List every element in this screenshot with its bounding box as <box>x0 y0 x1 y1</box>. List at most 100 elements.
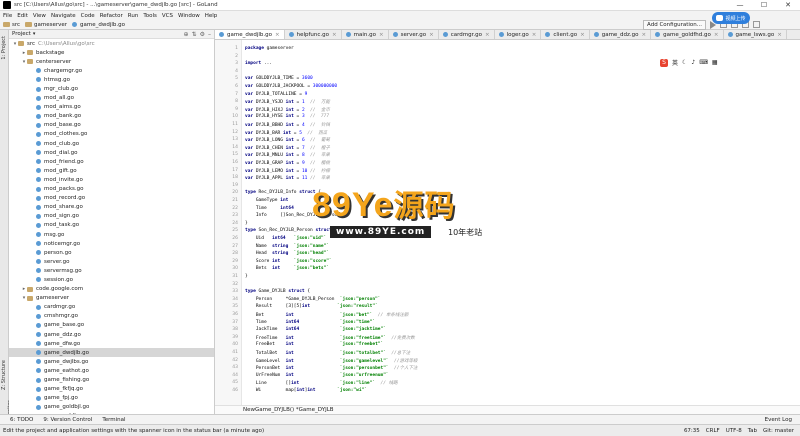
tree-file[interactable]: mod_share.go <box>9 203 214 212</box>
tree-file[interactable]: game_eathot.go <box>9 366 214 375</box>
code-line[interactable]: } <box>245 221 248 226</box>
tree-file[interactable]: mod_base.go <box>9 121 214 130</box>
code-line[interactable]: } <box>245 274 248 279</box>
code-line[interactable]: Time int64 `json:"time"` <box>245 320 375 325</box>
code-line[interactable]: GameType int <box>245 198 289 203</box>
tree-file[interactable]: mgr_club.go <box>9 84 214 93</box>
todo-tool-tab[interactable]: 6: TODO <box>10 417 33 423</box>
menu-file[interactable]: File <box>3 13 12 19</box>
tree-file[interactable]: mod_gift.go <box>9 166 214 175</box>
collapse-icon[interactable]: ⇅ <box>192 31 197 38</box>
menu-navigate[interactable]: Navigate <box>51 13 76 19</box>
code-line[interactable]: Score int `json:"score"` <box>245 259 332 264</box>
code-line[interactable]: var DYJLB_TOTALLINE = 9 <box>245 92 307 97</box>
video-upload-badge[interactable]: 视频上传 <box>712 12 750 24</box>
tree-file[interactable]: game_fpj.go <box>9 394 214 403</box>
menu-window[interactable]: Window <box>178 13 200 19</box>
code-line[interactable]: var DYJLB_CHEN int = 7 // 橙子 <box>245 145 330 151</box>
editor-tab[interactable]: game_lsws.go × <box>724 30 787 39</box>
add-configuration-button[interactable]: Add Configuration... <box>643 19 706 30</box>
code-line[interactable]: Bet int `json:"bet"` // 单条线注额 <box>245 312 409 318</box>
close-tab-icon[interactable]: × <box>485 32 490 38</box>
code-line[interactable]: var DYJLB_HJXJ int = 2 // 金币 <box>245 107 330 113</box>
mic-icon[interactable]: ♪ <box>691 59 695 66</box>
event-log-tool-tab[interactable]: Event Log <box>765 417 800 423</box>
caret-position[interactable]: 67:35 <box>684 428 700 434</box>
tree-file[interactable]: mod_club.go <box>9 139 214 148</box>
version-control-tool-tab[interactable]: 9: Version Control <box>43 417 92 423</box>
code-line[interactable]: Time int64 <box>245 206 294 211</box>
tree-file[interactable]: htmsg.go <box>9 75 214 84</box>
git-branch[interactable]: Git: master <box>763 428 794 434</box>
editor-tab[interactable]: main.go × <box>342 30 389 39</box>
code-line[interactable]: var DYJLB_LONG int = 6 // 葡萄 <box>245 137 330 143</box>
code-line[interactable]: Wi map[int]int `json:"wi"` <box>245 388 367 393</box>
tree-file[interactable]: game_base.go <box>9 321 214 330</box>
breadcrumb-gameserver[interactable]: gameserver <box>25 22 67 28</box>
tree-folder[interactable]: ▾ gameserver <box>9 294 214 303</box>
code-line[interactable]: import ... <box>245 61 272 66</box>
code-line[interactable]: var DYJLB_YSJD int = 1 // 万能 <box>245 99 330 105</box>
menu-run[interactable]: Run <box>128 13 139 19</box>
code-line[interactable]: var DYJLB_GRAP int = 9 // 樱桃 <box>245 160 330 166</box>
maximize-button[interactable]: ☐ <box>752 1 776 9</box>
tree-file[interactable]: mod_sign.go <box>9 212 214 221</box>
menu-edit[interactable]: Edit <box>17 13 28 19</box>
tree-file[interactable]: servermsg.go <box>9 266 214 275</box>
editor-tab[interactable]: loger.go × <box>495 30 542 39</box>
tree-file[interactable]: game_goldbjl.go <box>9 403 214 412</box>
tree-file[interactable]: person.go <box>9 248 214 257</box>
editor-tab[interactable]: game_goldfhd.go × <box>651 30 724 39</box>
minimize-button[interactable]: — <box>728 1 752 9</box>
close-tab-icon[interactable]: × <box>777 32 782 38</box>
code-line[interactable]: Person *Game_DYJLB_Person `json:"person"… <box>245 297 381 302</box>
tree-folder[interactable]: ▾ src C:\Users\Allus\go\src <box>9 39 214 48</box>
code-line[interactable]: JackTime int64 `json:"jacktime"` <box>245 327 386 332</box>
code-line[interactable]: var GOLDDYJLB_TIME = 3600 <box>245 76 313 81</box>
code-line[interactable]: Line []int `json:"line"` // 线路 <box>245 380 398 386</box>
tree-file[interactable]: chargemgr.go <box>9 66 214 75</box>
editor-tab[interactable]: cardmgr.go × <box>439 30 495 39</box>
editor-tab[interactable]: client.go × <box>541 30 590 39</box>
tree-file[interactable]: cmshmgr.go <box>9 312 214 321</box>
editor-tab[interactable]: helpfunc.go × <box>285 30 342 39</box>
code-line[interactable]: GameLevel int `json:"gamelevel"` //游戏等级 <box>245 358 418 364</box>
project-view-selector[interactable]: Project <box>12 31 31 37</box>
code-line[interactable]: Result [3][5]int `json:"result"` <box>245 304 378 309</box>
keyboard-icon[interactable]: ⌨ <box>699 59 708 66</box>
breadcrumb-file[interactable]: game_dwdjlb.go <box>72 22 125 28</box>
structure-tool-tab[interactable]: Z: Structure <box>1 360 7 390</box>
tree-file[interactable]: game_dfw.go <box>9 339 214 348</box>
menu-icon[interactable]: ▦ <box>712 59 718 66</box>
tree-file[interactable]: game_ddz.go <box>9 330 214 339</box>
status-message[interactable]: Edit the project and application setting… <box>3 428 264 434</box>
menu-view[interactable]: View <box>33 13 46 19</box>
editor-tab[interactable]: game_ddz.go × <box>590 30 652 39</box>
close-tab-icon[interactable]: × <box>580 32 585 38</box>
hide-icon[interactable]: – <box>208 31 211 38</box>
tree-file[interactable]: game_fkfjq.go <box>9 385 214 394</box>
code-line[interactable]: PersonBet int `json:"personbet"` //个人下注 <box>245 365 418 371</box>
close-tab-icon[interactable]: × <box>429 32 434 38</box>
tree-file[interactable]: game_dwdjlb.go <box>9 348 214 358</box>
search-everywhere-icon[interactable] <box>753 21 760 28</box>
tree-file[interactable]: session.go <box>9 275 214 284</box>
code-line[interactable]: var DYJLB_MNLU int = 8 // 苹果 <box>245 152 330 158</box>
editor-tab[interactable]: server.go × <box>389 30 439 39</box>
tree-file[interactable]: cardmgr.go <box>9 303 214 312</box>
tree-folder[interactable]: ▸ backstage <box>9 48 214 57</box>
tree-file[interactable]: mod_dial.go <box>9 148 214 157</box>
project-tool-tab[interactable]: 1: Project <box>1 36 7 60</box>
menu-vcs[interactable]: VCS <box>162 13 173 19</box>
tree-folder[interactable]: ▸ code.google.com <box>9 285 214 294</box>
tree-file[interactable]: msg.go <box>9 230 214 239</box>
menu-help[interactable]: Help <box>205 13 218 19</box>
globe-icon[interactable]: ⊕ <box>184 31 189 38</box>
tree-file[interactable]: mod_clothes.go <box>9 130 214 139</box>
tree-file[interactable]: mod_all.go <box>9 94 214 103</box>
tree-file[interactable]: mod_packs.go <box>9 185 214 194</box>
code-line[interactable]: var DYJLB_LEMO int = 10 // 柠檬 <box>245 168 330 174</box>
tree-file[interactable]: mod_task.go <box>9 221 214 230</box>
code-line[interactable]: var DYJLB_BBHD int = 4 // 铃铛 <box>245 122 330 128</box>
code-line[interactable]: FreeTime int `json:"freetime"` //免费次数 <box>245 335 415 341</box>
